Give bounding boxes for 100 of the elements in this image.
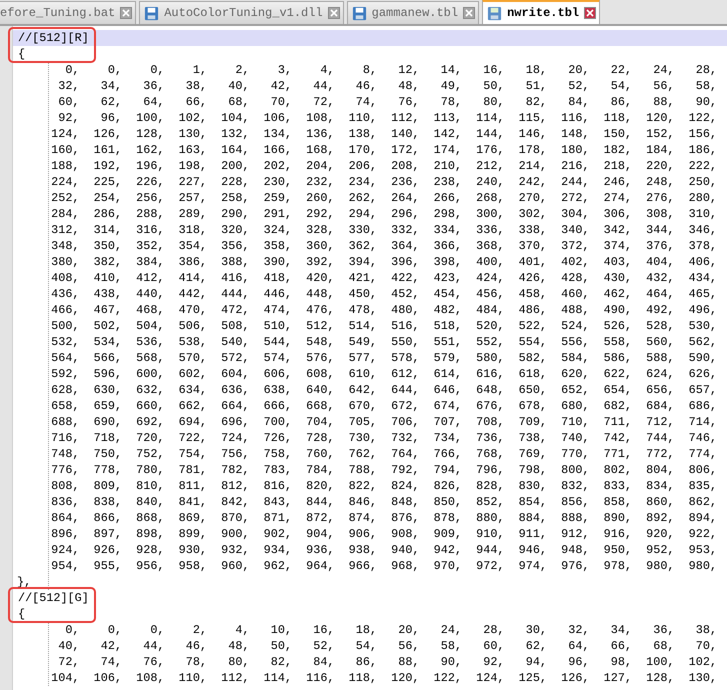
number-value: 690, [92, 414, 122, 430]
number-value: 540, [220, 334, 250, 350]
number-value: 666, [262, 398, 292, 414]
file-tab[interactable]: nwrite.tbl [482, 0, 600, 24]
number-value: 172, [390, 142, 420, 158]
number-value: 794, [432, 462, 462, 478]
number-value: 38, [184, 78, 207, 94]
number-value: 592, [50, 366, 80, 382]
number-value: 812, [220, 478, 250, 494]
number-value: 426, [518, 270, 547, 286]
number-value: 446, [262, 286, 292, 302]
number-value: 748, [50, 446, 80, 462]
number-value: 0, [106, 62, 122, 78]
number-value: 272, [560, 190, 590, 206]
number-value: 180, [560, 142, 590, 158]
number-value: 838, [92, 494, 122, 510]
number-value: 577, [348, 350, 377, 366]
close-icon[interactable] [463, 7, 476, 19]
number-value: 106, [92, 670, 122, 686]
number-value: 802, [602, 462, 632, 478]
number-value: 40, [57, 638, 80, 654]
number-value: 850, [432, 494, 462, 510]
number-value: 304, [560, 206, 590, 222]
number-value: 924, [50, 542, 80, 558]
number-value: 618, [518, 366, 547, 382]
number-value: 980, [645, 558, 674, 574]
number-value: 328, [305, 222, 334, 238]
number-value: 899, [178, 526, 207, 542]
number-value: 872, [305, 510, 334, 526]
number-value: 120, [390, 670, 420, 686]
number-value: 811, [178, 478, 207, 494]
number-value: 421, [348, 270, 377, 286]
file-tab[interactable]: efore_Tuning.bat [0, 1, 136, 24]
number-value: 302, [518, 206, 547, 222]
number-value: 642, [348, 382, 377, 398]
number-value: 938, [348, 542, 377, 558]
number-value: 518, [432, 318, 462, 334]
number-value: 558, [602, 334, 632, 350]
number-value: 372, [560, 238, 590, 254]
number-value: 50, [270, 638, 292, 654]
number-value: 96, [567, 654, 590, 670]
number-value: 862, [688, 494, 717, 510]
number-value: 163, [178, 142, 207, 158]
number-value: 682, [602, 398, 632, 414]
close-icon[interactable] [328, 7, 340, 19]
number-value: 526, [602, 318, 632, 334]
number-value: 766, [432, 446, 462, 462]
number-value: 224, [50, 174, 80, 190]
number-value: 826, [432, 478, 462, 494]
number-value: 2, [234, 62, 250, 78]
number-value: 798, [518, 462, 547, 478]
number-value: 709, [518, 414, 547, 430]
number-value: 964, [305, 558, 334, 574]
number-value: 216, [560, 158, 590, 174]
close-icon[interactable] [584, 7, 596, 19]
number-value: 378, [688, 238, 717, 254]
number-value: 450, [348, 286, 377, 302]
number-value: 144, [475, 126, 504, 142]
number-value: 10, [270, 622, 292, 638]
brace: { [18, 607, 26, 621]
number-value: 64, [142, 94, 164, 110]
close-icon[interactable] [120, 7, 132, 19]
number-value: 622, [602, 366, 632, 382]
number-value: 554, [518, 334, 547, 350]
number-value: 596, [92, 366, 122, 382]
number-value: 310, [688, 206, 717, 222]
number-value: 24, [652, 62, 674, 78]
number-value: 942, [432, 542, 462, 558]
number-value: 916, [602, 526, 632, 542]
number-value: 240, [475, 174, 504, 190]
number-value: 348, [50, 238, 80, 254]
number-value: 18, [354, 622, 377, 638]
number-value: 24, [440, 622, 462, 638]
number-value: 260, [305, 190, 334, 206]
number-value: 62, [100, 94, 122, 110]
number-value: 700, [262, 414, 292, 430]
number-value: 442, [178, 286, 207, 302]
number-value: 259, [262, 190, 292, 206]
number-value: 100, [135, 110, 164, 126]
file-tab[interactable]: gammanew.tbl [346, 1, 480, 24]
number-value: 934, [262, 542, 292, 558]
number-value: 630, [92, 382, 122, 398]
number-value: 810, [135, 478, 164, 494]
number-value: 257, [178, 190, 207, 206]
file-tab[interactable]: AutoColorTuning_v1.dll [139, 1, 344, 24]
number-value: 632, [135, 382, 164, 398]
number-value: 256, [135, 190, 164, 206]
number-value: 930, [178, 542, 207, 558]
number-value: 932, [220, 542, 250, 558]
number-value: 412, [135, 270, 164, 286]
number-value: 580, [475, 350, 504, 366]
number-value: 911, [518, 526, 547, 542]
number-value: 332, [390, 222, 420, 238]
number-value: 584, [560, 350, 590, 366]
number-value: 468, [135, 302, 164, 318]
number-value: 80, [482, 94, 504, 110]
number-value: 843, [262, 494, 292, 510]
number-value: 880, [475, 510, 504, 526]
number-value: 16, [312, 622, 334, 638]
number-value: 96, [100, 110, 122, 126]
